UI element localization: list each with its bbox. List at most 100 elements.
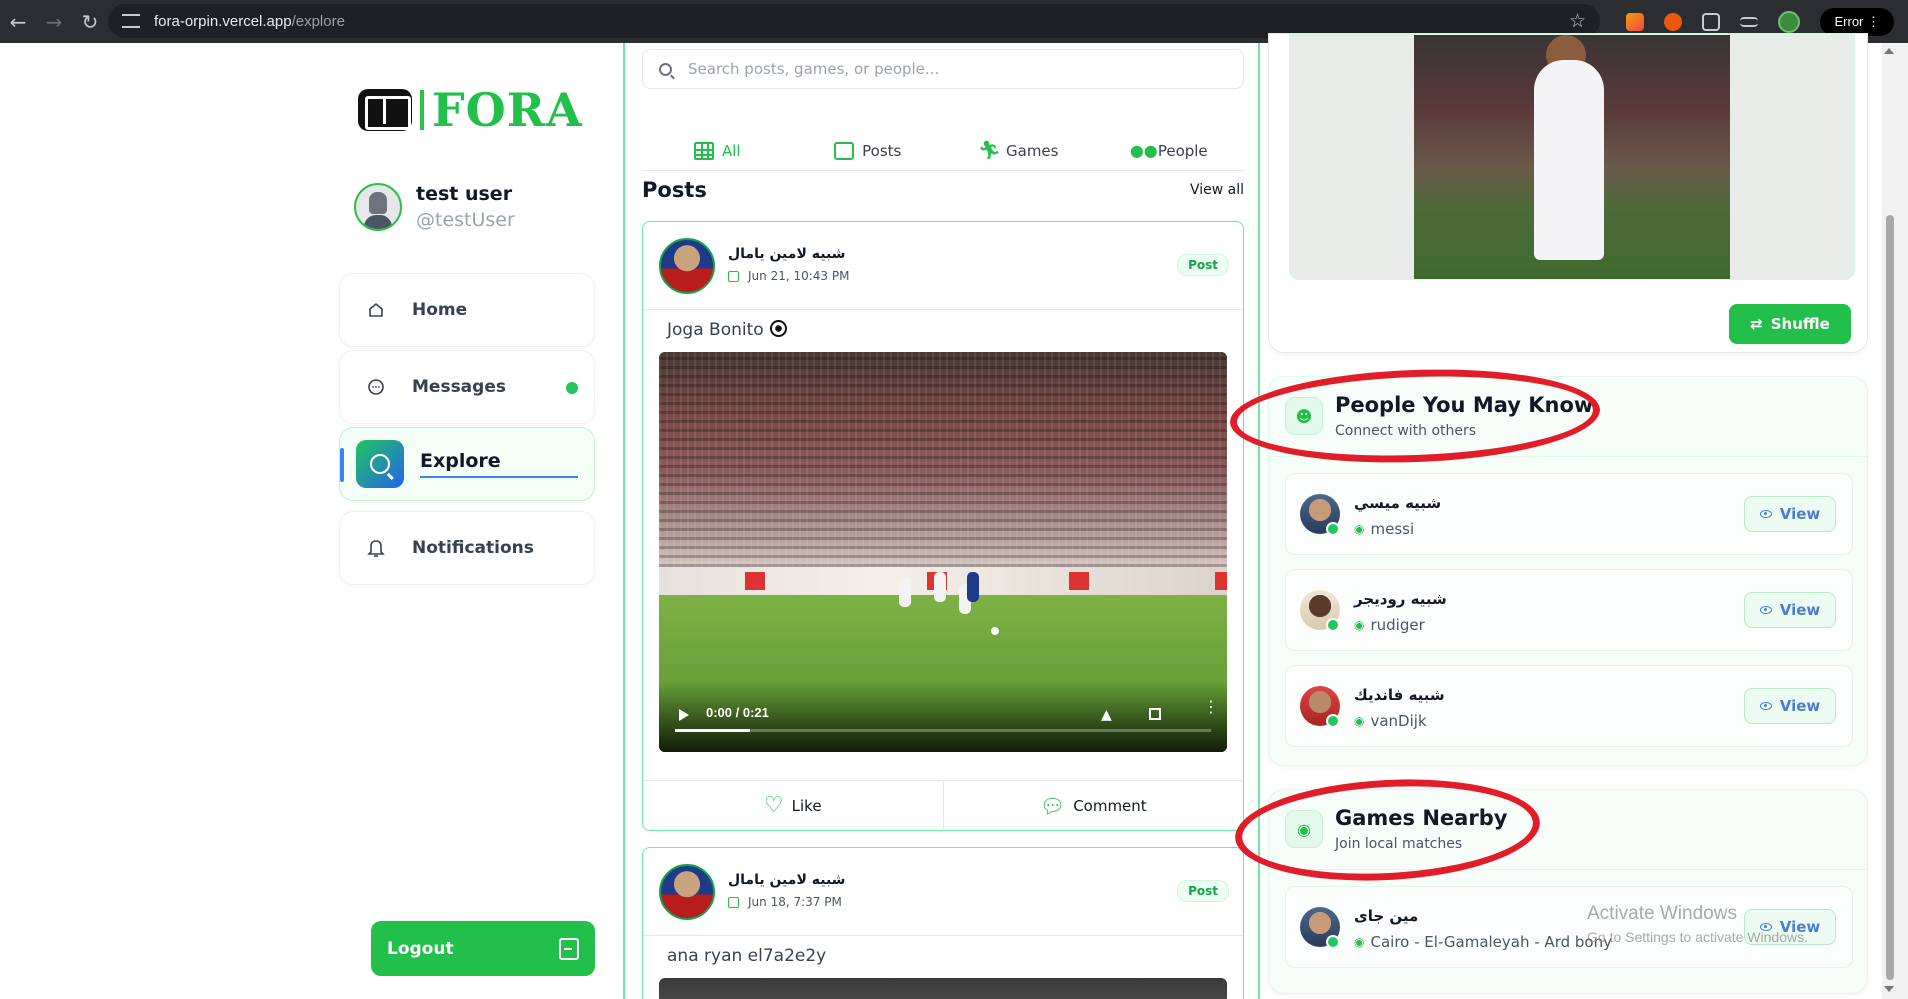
forward-arrow-icon[interactable]: → bbox=[36, 4, 72, 40]
bookmark-star-icon[interactable]: ☆ bbox=[1569, 10, 1586, 32]
player-photo bbox=[1414, 35, 1730, 279]
fullscreen-icon[interactable] bbox=[1149, 708, 1161, 720]
video-player[interactable]: 0:00 / 0:21 ▲ ⋮ bbox=[659, 352, 1227, 752]
user-name: test user bbox=[416, 183, 513, 205]
games-nearby-panel: ◉ Games Nearby Join local matches مين جا… bbox=[1268, 789, 1868, 994]
calendar-icon bbox=[728, 896, 739, 908]
post-date: Jun 18, 7:37 PM bbox=[728, 895, 842, 909]
volume-icon[interactable]: ▲ bbox=[1101, 708, 1115, 722]
online-indicator bbox=[1326, 935, 1340, 949]
post-card: شبيه لامين يامال Jun 21, 10:43 PM Post J… bbox=[642, 221, 1244, 831]
online-indicator bbox=[1326, 618, 1340, 632]
people-icon: ●● bbox=[1129, 140, 1158, 160]
person-name: شبيه فانديك bbox=[1354, 686, 1445, 704]
person-handle: ◉ vanDijk bbox=[1354, 712, 1427, 730]
list-item: شبيه ميسي ◉ messi View bbox=[1285, 473, 1853, 555]
pen-extension-icon[interactable] bbox=[1626, 12, 1645, 31]
nav-item-home[interactable]: Home bbox=[339, 273, 595, 347]
player-figure bbox=[967, 572, 979, 602]
reload-icon[interactable]: ↻ bbox=[72, 4, 108, 40]
post-badge: Post bbox=[1177, 254, 1229, 276]
tab-all[interactable]: All bbox=[642, 131, 793, 170]
player-figure bbox=[899, 577, 911, 607]
fora-logo[interactable]: FORA bbox=[358, 83, 583, 137]
panel-title: Games Nearby bbox=[1335, 806, 1508, 830]
logo-text: FORA bbox=[432, 83, 583, 137]
profile-avatar-icon[interactable] bbox=[1778, 10, 1801, 33]
avatar[interactable] bbox=[659, 864, 715, 920]
sidebar: FORA test user @testUser Home Messages E… bbox=[330, 43, 620, 999]
video-time: 0:00 / 0:21 bbox=[706, 705, 769, 720]
chat-bubble-icon bbox=[366, 377, 386, 397]
nav-item-messages[interactable]: Messages bbox=[339, 350, 595, 424]
post-author[interactable]: شبيه لامين يامال bbox=[728, 246, 845, 262]
orange-extension-icon[interactable] bbox=[1664, 12, 1683, 31]
view-button[interactable]: View bbox=[1744, 688, 1836, 724]
video-controls: 0:00 / 0:21 ▲ ⋮ bbox=[659, 682, 1227, 752]
list-item: شبيه روديجر ◉ rudiger View bbox=[1285, 569, 1853, 651]
game-location: ◉ Cairo - El-Gamaleyah - Ard bony bbox=[1354, 933, 1612, 951]
logo-divider bbox=[420, 90, 424, 130]
video-progress-bar[interactable] bbox=[675, 729, 1211, 732]
post-text: ana ryan el7a2e2y bbox=[667, 946, 827, 966]
view-all-link[interactable]: View all bbox=[1190, 182, 1244, 198]
online-indicator bbox=[1326, 714, 1340, 728]
post-media-preview[interactable] bbox=[659, 978, 1227, 999]
tab-games[interactable]: 🏃︎ Games bbox=[943, 131, 1094, 170]
logout-button[interactable]: Logout bbox=[371, 921, 595, 976]
tab-posts[interactable]: Posts bbox=[793, 131, 944, 170]
person-handle: ◉ rudiger bbox=[1354, 616, 1425, 634]
panel-header: ◉ Games Nearby Join local matches bbox=[1269, 790, 1867, 870]
post-card: شبيه لامين يامال Jun 18, 7:37 PM Post an… bbox=[642, 847, 1244, 999]
at-icon: ◉ bbox=[1354, 618, 1365, 632]
view-button[interactable]: View bbox=[1744, 496, 1836, 532]
pitch-logo-icon bbox=[358, 89, 412, 131]
list-item: شبيه فانديك ◉ vanDijk View bbox=[1285, 665, 1853, 747]
tab-games-label: Games bbox=[1006, 141, 1059, 160]
logout-label: Logout bbox=[387, 938, 454, 959]
tab-people[interactable]: ●● People bbox=[1094, 131, 1245, 170]
media-control-icon[interactable] bbox=[1740, 16, 1759, 27]
more-options-icon[interactable]: ⋮ bbox=[1203, 699, 1219, 715]
like-button[interactable]: ♡ Like bbox=[643, 781, 943, 830]
post-header: شبيه لامين يامال Jun 21, 10:43 PM Post bbox=[643, 222, 1243, 310]
post-author[interactable]: شبيه لامين يامال bbox=[728, 872, 845, 888]
comment-button[interactable]: 💬︎ Comment bbox=[942, 781, 1244, 830]
nav-item-notifications[interactable]: Notifications bbox=[339, 511, 595, 585]
scroll-down-icon[interactable] bbox=[1884, 986, 1894, 992]
bell-icon bbox=[366, 538, 386, 558]
avatar[interactable] bbox=[659, 238, 715, 294]
url-text[interactable]: fora-orpin.vercel.app/explore bbox=[154, 13, 345, 30]
shuffle-button[interactable]: ⇄ Shuffle bbox=[1729, 304, 1851, 344]
explore-feed: All Posts 🏃︎ Games ●● People Posts View … bbox=[623, 43, 1260, 999]
search-icon bbox=[659, 62, 672, 76]
featured-image[interactable] bbox=[1289, 34, 1855, 280]
post-badge: Post bbox=[1177, 880, 1229, 902]
filter-tabs: All Posts 🏃︎ Games ●● People bbox=[642, 131, 1244, 171]
logout-icon bbox=[559, 937, 579, 960]
scroll-up-icon[interactable] bbox=[1884, 48, 1894, 54]
ball bbox=[991, 627, 999, 635]
scrollbar-thumb[interactable] bbox=[1886, 215, 1894, 980]
back-arrow-icon[interactable]: ← bbox=[0, 4, 36, 40]
error-button[interactable]: Error ⋮ bbox=[1820, 7, 1894, 36]
site-settings-icon[interactable] bbox=[122, 14, 140, 28]
nav-item-explore[interactable]: Explore bbox=[339, 427, 595, 501]
person-handle: ◉ messi bbox=[1354, 520, 1415, 538]
tab-posts-label: Posts bbox=[862, 141, 902, 160]
at-icon: ◉ bbox=[1354, 714, 1365, 728]
search-input[interactable] bbox=[688, 60, 1228, 78]
unread-indicator bbox=[566, 382, 578, 394]
user-profile[interactable]: test user @testUser bbox=[354, 183, 515, 231]
puzzle-extension-icon[interactable] bbox=[1702, 12, 1721, 31]
search-bar[interactable] bbox=[642, 49, 1244, 89]
nav-label-messages: Messages bbox=[412, 377, 506, 397]
nav-label-explore: Explore bbox=[420, 450, 578, 478]
section-title: Posts bbox=[642, 178, 707, 202]
at-icon: ◉ bbox=[1354, 522, 1365, 536]
play-icon[interactable] bbox=[679, 709, 689, 721]
player-body bbox=[1534, 60, 1604, 260]
newspaper-icon bbox=[834, 141, 855, 160]
view-button[interactable]: View bbox=[1744, 592, 1836, 628]
game-name: مين جاى bbox=[1354, 907, 1419, 925]
